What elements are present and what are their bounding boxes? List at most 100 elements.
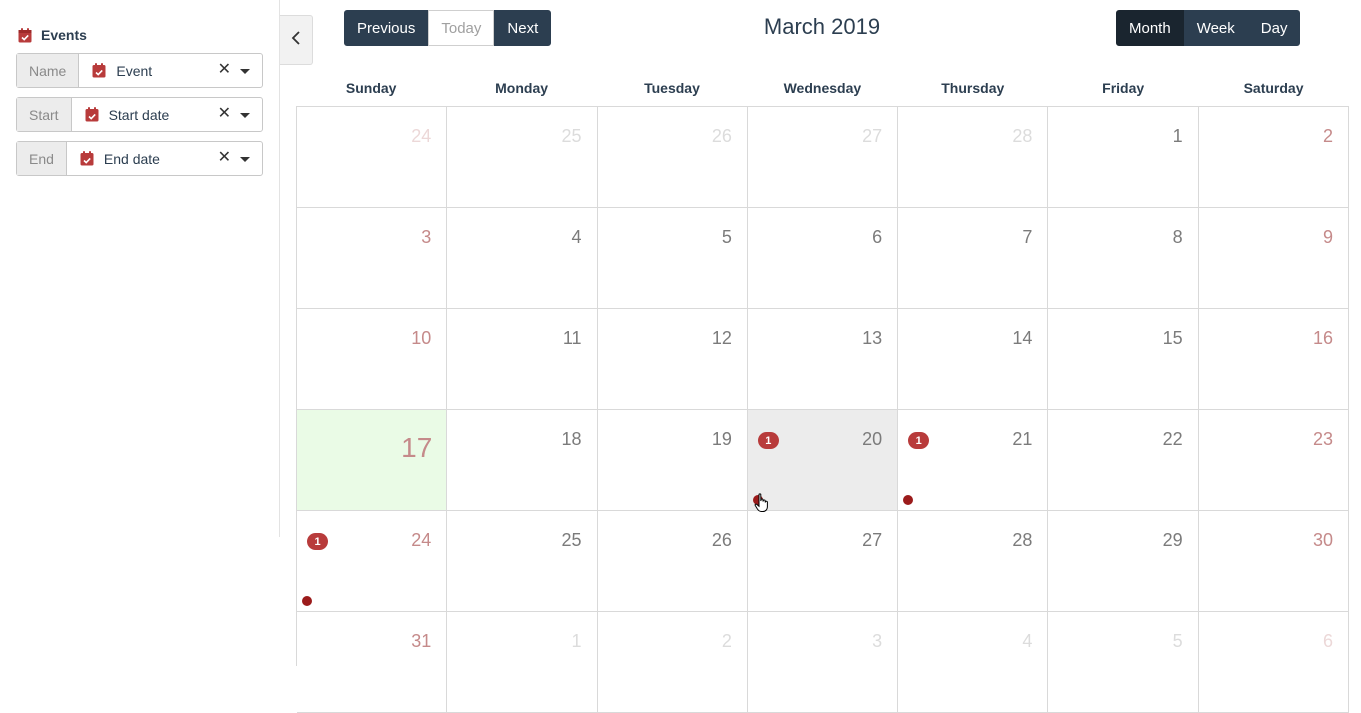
hand-cursor-icon (754, 493, 770, 513)
name-select[interactable]: Event ✕ (79, 54, 262, 87)
calendar-check-icon (92, 63, 106, 78)
start-select-value: Start date (108, 106, 170, 123)
event-dot[interactable] (903, 495, 914, 505)
sidebar-title-label: Events (41, 27, 87, 43)
event-count-badge[interactable]: 1 (757, 432, 779, 449)
calendar-day-cell[interactable]: 16 (1198, 309, 1349, 410)
day-number: 1 (1172, 126, 1183, 146)
calendar-day-cell[interactable]: 28 (898, 107, 1049, 208)
day-number: 6 (1322, 631, 1333, 651)
navigation-buttons: Previous Today Next (344, 10, 552, 46)
calendar-day-cell[interactable]: 25 (447, 511, 598, 612)
day-number: 16 (1312, 328, 1333, 348)
name-select-value: Event (116, 62, 153, 79)
chevron-down-icon[interactable] (240, 157, 250, 162)
calendar-day-cell[interactable]: 13 (747, 309, 899, 410)
calendar-day-cell[interactable]: 4 (447, 208, 598, 309)
calendar-day-cell[interactable]: 19 (597, 410, 748, 511)
calendar-day-cell[interactable]: 26 (597, 511, 748, 612)
calendar-day-cell[interactable]: 12 (597, 309, 748, 410)
clear-icon[interactable]: ✕ (218, 105, 231, 123)
day-number: 12 (711, 328, 732, 348)
calendar-day-cell[interactable]: 29 (1048, 511, 1199, 612)
day-number: 2 (1322, 126, 1333, 146)
calendar-check-icon (85, 107, 99, 122)
calendar-day-cell[interactable]: 24 (297, 107, 448, 208)
calendar-day-cell[interactable]: 6 (1198, 612, 1349, 713)
today-button[interactable]: Today (428, 10, 495, 46)
calendar-day-cell[interactable]: 1 (447, 612, 598, 713)
view-month-button[interactable]: Month (1116, 10, 1184, 46)
event-dot[interactable] (302, 596, 312, 606)
view-switcher: Month Week Day (1116, 10, 1301, 46)
calendar-day-cell[interactable]: 26 (597, 107, 748, 208)
start-field-label: Start (17, 98, 72, 131)
calendar-day-cell[interactable]: 14 (898, 309, 1049, 410)
chevron-down-icon[interactable] (240, 69, 250, 74)
collapse-sidebar-button[interactable] (280, 15, 313, 65)
calendar-day-cell-selected[interactable]: 1 20 (747, 410, 899, 511)
previous-button[interactable]: Previous (344, 10, 429, 46)
month-grid: 24 25 26 27 28 1 2 3 4 5 6 7 8 9 10 11 1… (296, 106, 1349, 713)
day-number: 30 (1312, 530, 1333, 550)
calendar-day-cell[interactable]: 11 (447, 309, 598, 410)
calendar-day-cell[interactable]: 1 21 (898, 410, 1049, 511)
day-number: 24 (411, 126, 432, 146)
calendar-day-cell[interactable]: 23 (1198, 410, 1349, 511)
day-number: 2 (721, 631, 732, 651)
calendar-day-cell[interactable]: 1 (1048, 107, 1199, 208)
calendar-day-cell[interactable]: 27 (747, 107, 899, 208)
name-field-label: Name (17, 54, 80, 87)
calendar-day-cell[interactable]: 31 (297, 612, 448, 713)
calendar-day-cell[interactable]: 22 (1048, 410, 1199, 511)
day-number: 4 (1022, 631, 1033, 651)
day-number: 15 (1162, 328, 1183, 348)
calendar-day-cell[interactable]: 5 (1048, 612, 1199, 713)
calendar-day-cell[interactable]: 10 (297, 309, 448, 410)
day-header-friday: Friday (1102, 80, 1145, 96)
calendar-day-cell[interactable]: 2 (597, 612, 748, 713)
calendar-day-cell[interactable]: 6 (747, 208, 899, 309)
start-field[interactable]: Start Start date ✕ (16, 97, 263, 132)
day-number: 27 (862, 530, 883, 550)
end-select[interactable]: End date ✕ (67, 142, 262, 175)
clear-icon[interactable]: ✕ (218, 149, 231, 167)
event-count-badge[interactable]: 1 (307, 533, 328, 550)
day-number: 4 (571, 227, 582, 247)
calendar-day-cell[interactable]: 30 (1198, 511, 1349, 612)
calendar-day-cell[interactable]: 27 (747, 511, 899, 612)
calendar-day-cell[interactable]: 2 (1198, 107, 1349, 208)
event-count-badge[interactable]: 1 (908, 432, 930, 449)
calendar-title: March 2019 (763, 14, 881, 39)
calendar-day-cell[interactable]: 9 (1198, 208, 1349, 309)
start-select[interactable]: Start date ✕ (72, 98, 262, 131)
view-week-button[interactable]: Week (1183, 10, 1248, 46)
calendar-day-cell[interactable]: 8 (1048, 208, 1199, 309)
view-day-button[interactable]: Day (1247, 10, 1301, 46)
calendar-week: 3 4 5 6 7 8 9 (297, 208, 1349, 309)
calendar-day-cell[interactable]: 4 (898, 612, 1049, 713)
chevron-down-icon[interactable] (240, 113, 250, 118)
calendar-day-cell-today[interactable]: 17 (297, 410, 448, 511)
day-header-monday: Monday (495, 80, 549, 96)
clear-icon[interactable]: ✕ (218, 61, 231, 79)
calendar-day-cell[interactable]: 15 (1048, 309, 1199, 410)
calendar-day-cell[interactable]: 7 (898, 208, 1049, 309)
day-header-thursday: Thursday (941, 80, 1005, 96)
next-button[interactable]: Next (494, 10, 552, 46)
calendar-day-cell[interactable]: 28 (898, 511, 1049, 612)
day-header-saturday: Saturday (1243, 80, 1304, 96)
day-header-tuesday: Tuesday (644, 80, 700, 96)
calendar-day-cell[interactable]: 5 (597, 208, 748, 309)
calendar-week: 31 1 2 3 4 5 6 (297, 612, 1349, 713)
name-field[interactable]: Name Event ✕ (16, 53, 263, 88)
day-number: 31 (411, 631, 432, 651)
end-field[interactable]: End End date ✕ (16, 141, 263, 176)
end-select-value: End date (103, 150, 160, 167)
calendar-day-cell[interactable]: 18 (447, 410, 598, 511)
calendar-day-cell[interactable]: 3 (297, 208, 448, 309)
chevron-left-icon (291, 30, 301, 50)
calendar-day-cell[interactable]: 25 (447, 107, 598, 208)
calendar-day-cell[interactable]: 3 (747, 612, 899, 713)
calendar-day-cell[interactable]: 1 24 (297, 511, 448, 612)
